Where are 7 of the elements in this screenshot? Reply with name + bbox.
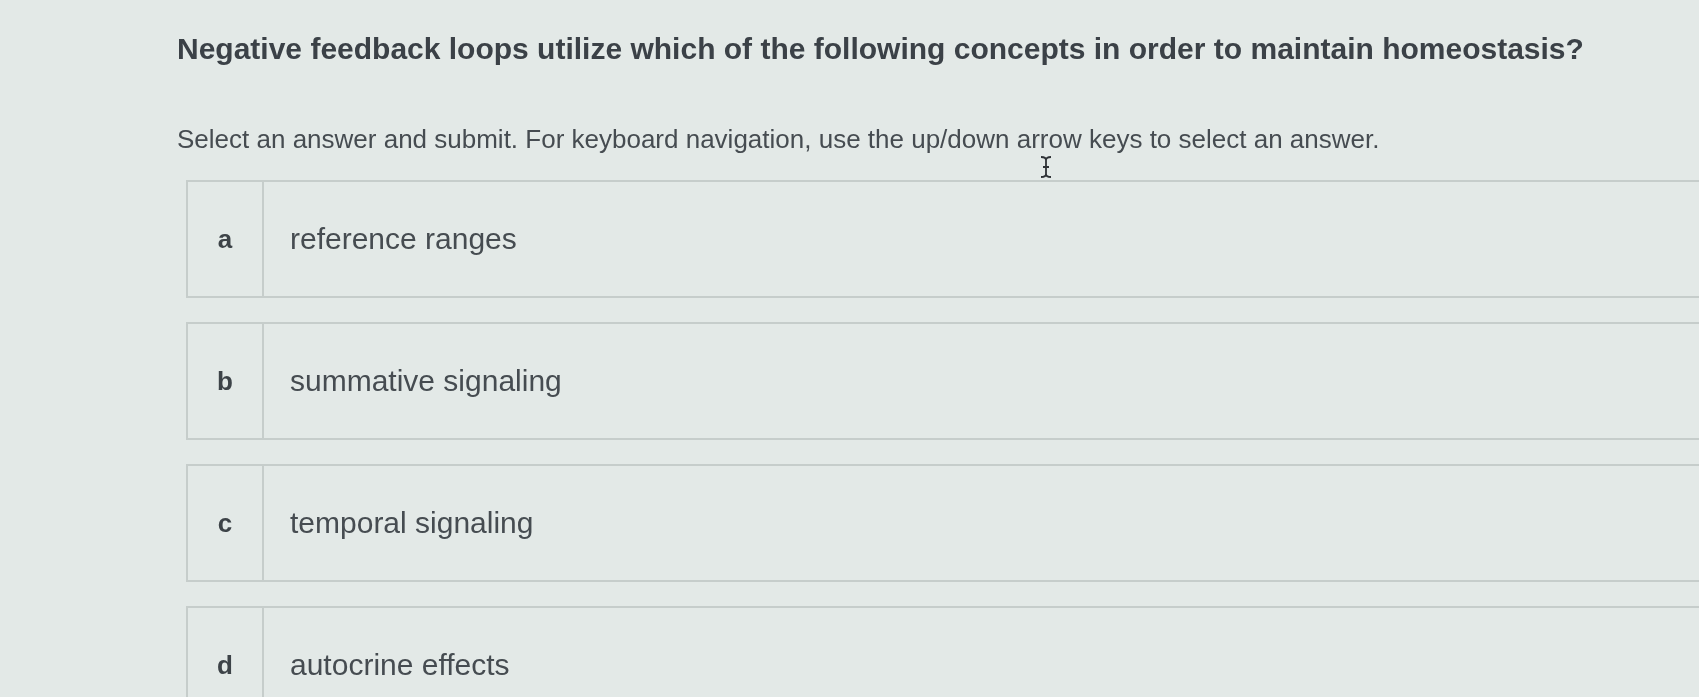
instruction-text: Select an answer and submit. For keyboard navigation, use the up/down arrow keys to select an answer. [177,124,1380,155]
answer-option[interactable]: c temporal signaling [186,464,1699,582]
answer-option[interactable]: d autocrine effects [186,606,1699,697]
text-cursor-icon [1040,156,1052,178]
answer-option[interactable]: a reference ranges [186,180,1699,298]
answer-option[interactable]: b summative signaling [186,322,1699,440]
question-text: Negative feedback loops utilize which of the following concepts in order to maintain homeostasis? [177,31,1584,67]
